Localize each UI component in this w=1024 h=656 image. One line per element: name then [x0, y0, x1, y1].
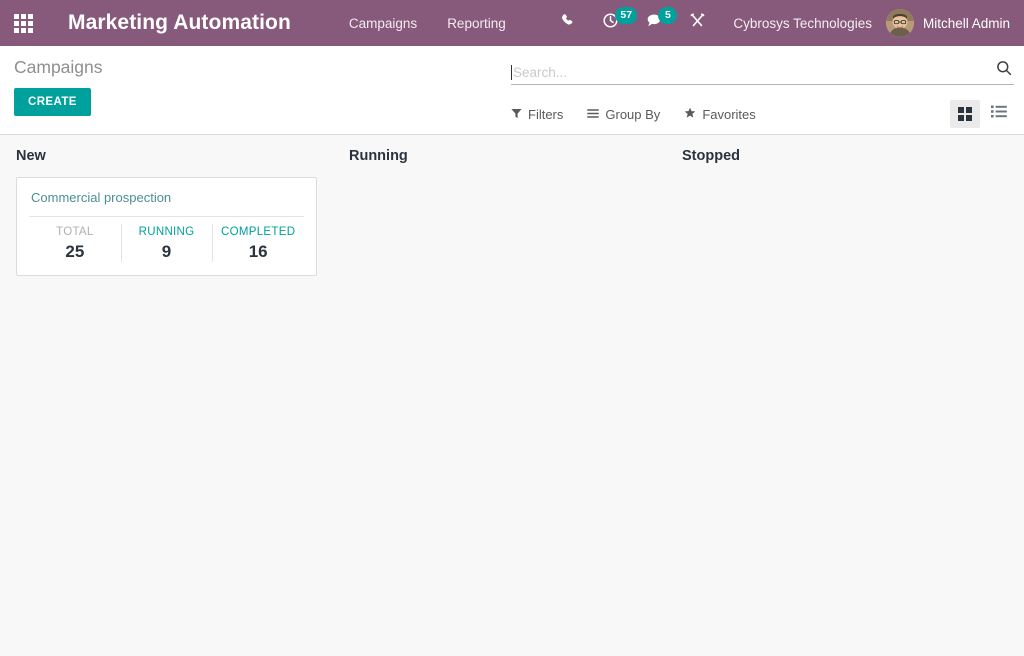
stat-completed[interactable]: COMPLETED 16 [212, 224, 304, 262]
stat-total-label: TOTAL [56, 226, 94, 238]
column-title: Stopped [682, 148, 740, 164]
filters-dropdown[interactable]: Filters [511, 107, 563, 122]
user-menu[interactable]: Mitchell Admin [885, 9, 1024, 37]
star-icon [684, 107, 696, 122]
filters-label: Filters [528, 106, 564, 122]
control-panel: Campaigns CREATE Filters [0, 46, 1024, 135]
list-view-button[interactable] [984, 100, 1014, 128]
phone-icon [560, 13, 576, 34]
group-by-dropdown[interactable]: Group By [587, 107, 660, 122]
messages-badge: 5 [658, 7, 678, 24]
stat-total-value: 25 [65, 242, 85, 261]
stat-completed-label[interactable]: COMPLETED [212, 226, 304, 238]
kanban-column-new: New Commercial prospection TOTAL 25 RUNN… [0, 135, 333, 656]
control-panel-right: Filters Group By Favorites [511, 46, 1014, 129]
main-menu: Campaigns Reporting [347, 12, 508, 35]
kanban-card[interactable]: Commercial prospection TOTAL 25 RUNNING … [16, 177, 317, 276]
apps-menu-button[interactable] [0, 0, 46, 46]
messages-button[interactable]: 5 [632, 0, 678, 46]
kanban-view-button[interactable] [950, 100, 980, 128]
column-header[interactable]: Stopped [676, 135, 989, 177]
column-header[interactable]: Running [343, 135, 656, 177]
apps-grid-icon [13, 13, 33, 33]
favorites-dropdown[interactable]: Favorites [684, 106, 756, 122]
filter-bar: Filters Group By Favorites [511, 99, 1014, 129]
voip-phone-button[interactable] [547, 0, 589, 46]
kanban-icon [958, 107, 972, 121]
favorites-label: Favorites [702, 106, 756, 122]
stat-running-value: 9 [161, 242, 172, 261]
kanban-view: New Commercial prospection TOTAL 25 RUNN… [0, 135, 1024, 656]
group-by-label: Group By [605, 106, 661, 122]
kanban-column-stopped: Stopped [666, 135, 999, 656]
view-switcher [950, 100, 1014, 128]
hamburger-icon [587, 107, 600, 122]
stat-total: TOTAL 25 [29, 226, 121, 262]
tools-icon [689, 12, 706, 34]
systray: 57 5 [547, 0, 719, 46]
avatar [885, 9, 914, 37]
kanban-column-running: Running [333, 135, 666, 656]
stat-running[interactable]: RUNNING 9 [120, 224, 213, 262]
stat-running-label[interactable]: RUNNING [121, 226, 213, 238]
create-button[interactable]: CREATE [14, 88, 91, 116]
column-title: Running [349, 148, 408, 164]
column-header[interactable]: New [10, 135, 323, 177]
funnel-icon [511, 107, 522, 122]
control-panel-left: Campaigns CREATE [14, 46, 103, 116]
company-switcher[interactable]: Cybrosys Technologies [727, 16, 886, 31]
menu-item-reporting[interactable]: Reporting [445, 12, 508, 35]
search-bar[interactable] [511, 57, 1014, 85]
search-input[interactable] [513, 65, 990, 84]
activities-button[interactable]: 57 [589, 0, 638, 46]
user-name-label: Mitchell Admin [922, 15, 1010, 31]
column-title: New [16, 148, 46, 164]
app-brand-title: Marketing Automation [68, 11, 291, 34]
breadcrumb[interactable]: Campaigns [14, 57, 103, 78]
search-icon[interactable] [990, 60, 1014, 84]
campaign-stats: TOTAL 25 RUNNING 9 COMPLETED 16 [29, 216, 304, 275]
list-icon [991, 105, 1007, 123]
menu-item-campaigns[interactable]: Campaigns [347, 12, 419, 35]
stat-completed-value: 16 [248, 242, 268, 261]
text-caret [511, 65, 512, 80]
campaign-name[interactable]: Commercial prospection [17, 178, 316, 216]
top-navbar: Marketing Automation Campaigns Reporting… [0, 0, 1024, 46]
debug-tools-button[interactable] [676, 0, 719, 46]
